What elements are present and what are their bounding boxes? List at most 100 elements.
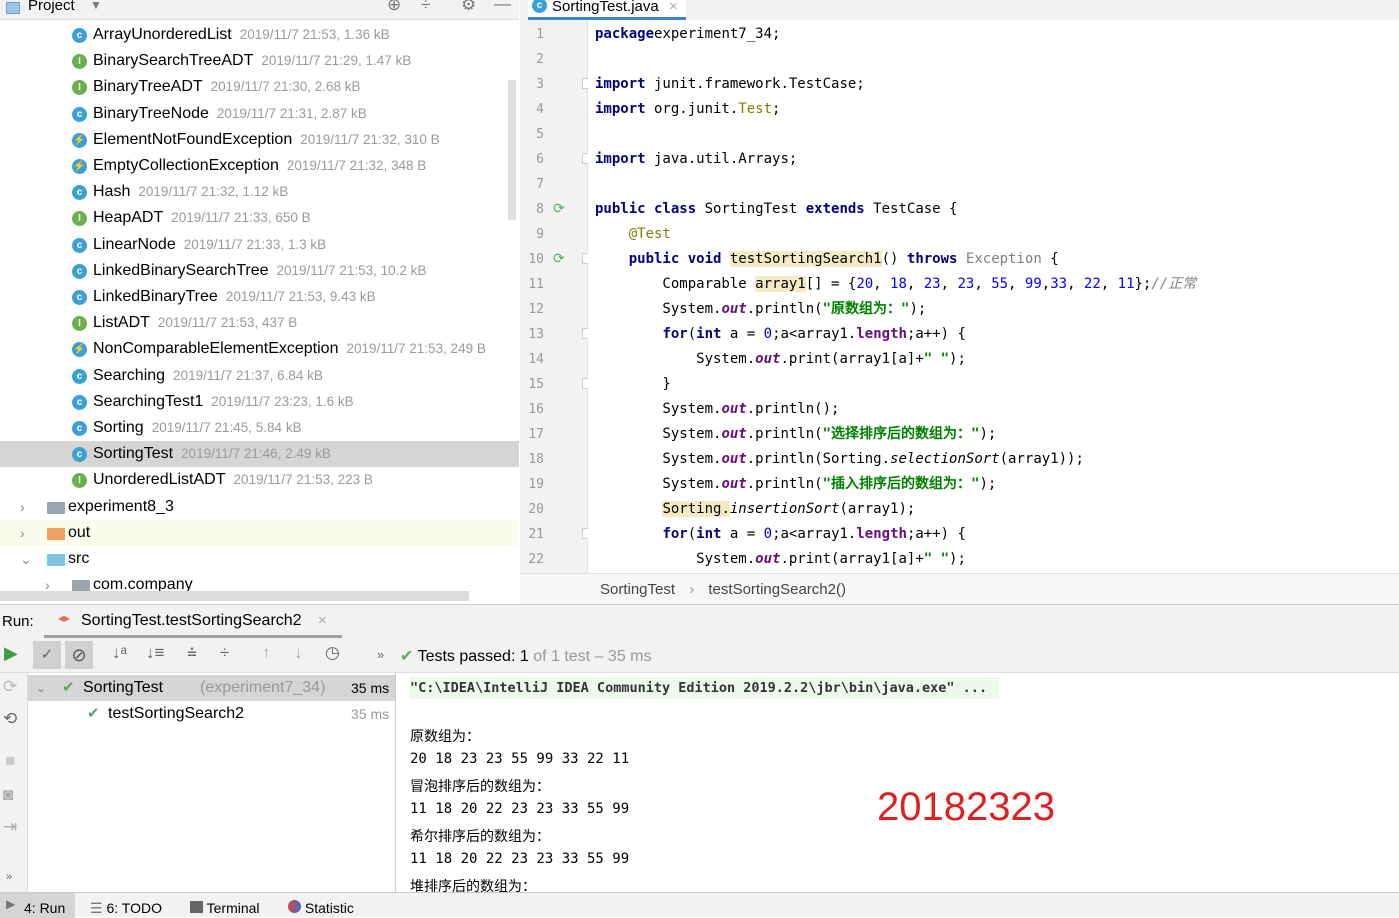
- rerun-failed-icon[interactable]: ⟲: [3, 709, 17, 729]
- test-suite-row[interactable]: ⌄ ✔ SortingTest (experiment7_34) 35 ms: [28, 675, 395, 701]
- run-class-icon[interactable]: ⟳: [553, 200, 565, 217]
- bottom-tab-terminal[interactable]: Terminal: [190, 900, 260, 916]
- show-ignored-toggle[interactable]: ⊘: [65, 641, 93, 669]
- stop-icon[interactable]: ■: [5, 751, 15, 771]
- file-name-text: LinkedBinarySearchTree: [93, 261, 269, 279]
- test-row[interactable]: ✔ testSortingSearch2 35 ms: [28, 701, 395, 727]
- file-item[interactable]: I BinarySearchTreeADT 2019/11/7 21:29, 1.4…: [0, 48, 519, 74]
- gear-icon[interactable]: ⚙: [461, 0, 476, 15]
- code-token: for: [662, 326, 688, 342]
- bottom-tab-todo[interactable]: ☰ 6: TODO: [90, 900, 162, 917]
- folder-name: experiment8_3: [68, 497, 174, 515]
- code-token: ;a<array1.: [772, 526, 857, 542]
- exception-class-icon: ⚡: [72, 342, 87, 358]
- next-icon[interactable]: ↓: [294, 643, 303, 663]
- file-item[interactable]: ⚡ ElementNotFoundException 2019/11/7 21:32…: [0, 127, 519, 153]
- file-name: LinkedBinaryTree 2019/11/7 21:53, 9.43 kB: [93, 284, 376, 310]
- project-view-selector[interactable]: Project: [28, 0, 75, 14]
- expand-all-icon[interactable]: ⩮: [187, 643, 197, 663]
- code-token: );: [979, 476, 997, 492]
- folder-icon: [47, 554, 65, 566]
- bottom-tab-run[interactable]: ▶ 4: Run: [0, 893, 75, 918]
- chevron-down-icon[interactable]: ⌄: [36, 675, 46, 701]
- code-token: 99: [1024, 276, 1042, 292]
- code-line: packageexperiment7_34;: [595, 22, 780, 47]
- folder-item[interactable]: › out: [0, 519, 519, 546]
- code-token: array1: [755, 276, 806, 292]
- file-name-text: Hash: [93, 183, 131, 201]
- file-item[interactable]: c Searching 2019/11/7 21:37, 6.84 kB: [0, 363, 519, 389]
- file-name: BinarySearchTreeADT 2019/11/7 21:29, 1.47…: [93, 48, 411, 74]
- sort-alpha-icon[interactable]: ↓ᵃ: [112, 643, 127, 663]
- file-name-text: Searching: [93, 366, 166, 384]
- file-item[interactable]: I BinaryTreeADT 2019/11/7 21:30, 2.68 kB: [0, 74, 519, 100]
- file-item[interactable]: c ArrayUnorderedList 2019/11/7 21:53, 1.36…: [0, 22, 519, 48]
- camera-icon[interactable]: ◙: [3, 785, 13, 805]
- file-item[interactable]: I ListADT 2019/11/7 21:53, 437 B: [0, 310, 519, 336]
- file-item[interactable]: c LinkedBinarySearchTree 2019/11/7 21:53, …: [0, 258, 519, 284]
- code-editor[interactable]: packageexperiment7_34; import junit.frame…: [588, 20, 1399, 573]
- file-item[interactable]: c Sorting 2019/11/7 21:45, 5.84 kB: [0, 415, 519, 441]
- code-line: @Test: [595, 222, 671, 247]
- code-token: public void: [628, 251, 722, 267]
- sort-duration-icon[interactable]: ↓≡: [146, 643, 164, 663]
- code-line: System.out.println("原数组为：");: [595, 297, 926, 322]
- console-output[interactable]: "C:\IDEA\IntelliJ IDEA Community Edition…: [396, 673, 1399, 892]
- file-item[interactable]: I HeapADT 2019/11/7 21:33, 650 B: [0, 205, 519, 231]
- export-icon[interactable]: ⇥: [3, 817, 17, 837]
- file-meta: 2019/11/7 21:53, 10.2 kB: [276, 262, 427, 278]
- run-tab[interactable]: ◂▸ SortingTest.testSortingSearch2 ×: [44, 605, 342, 638]
- code-token: .println(: [746, 476, 823, 492]
- file-meta: 2019/11/7 21:32, 310 B: [300, 131, 440, 147]
- more-icon[interactable]: »: [377, 647, 384, 662]
- locate-icon[interactable]: ⊕: [387, 0, 401, 15]
- collapse-all-icon[interactable]: ÷: [220, 643, 229, 663]
- debug-icon[interactable]: ⟳: [3, 677, 17, 697]
- file-item[interactable]: c LinkedBinaryTree 2019/11/7 21:53, 9.43 k…: [0, 284, 519, 310]
- code-token: " ": [923, 351, 950, 367]
- more-icon[interactable]: »: [6, 871, 12, 883]
- file-item[interactable]: c LinearNode 2019/11/7 21:33, 1.3 kB: [0, 232, 519, 258]
- run-toolbar: ▶ ✓ ⊘ ↓ᵃ ↓≡ ⩮ ÷ ↑ ↓ ◷ » ✔ Tests passed: …: [0, 638, 1399, 673]
- run-test-icon[interactable]: ⟳: [553, 250, 565, 267]
- code-token: @Test: [628, 226, 671, 242]
- folder-item[interactable]: › experiment8_3: [0, 494, 519, 520]
- code-token: Sorting.: [662, 501, 730, 517]
- file-item[interactable]: ⚡ NonComparableElementException 2019/11/7 …: [0, 336, 519, 362]
- chevron-down-icon[interactable]: ⌄: [20, 546, 32, 572]
- collapse-all-icon[interactable]: ÷: [421, 0, 430, 15]
- file-item[interactable]: c Hash 2019/11/7 21:32, 1.12 kB: [0, 179, 519, 205]
- breadcrumb-class[interactable]: SortingTest: [600, 581, 675, 598]
- chevron-right-icon[interactable]: ›: [20, 520, 25, 546]
- code-token: ,: [1100, 276, 1118, 292]
- file-item[interactable]: c BinaryTreeNode 2019/11/7 21:31, 2.87 kB: [0, 101, 519, 127]
- close-icon[interactable]: ×: [318, 612, 327, 629]
- file-item[interactable]: c SearchingTest1 2019/11/7 23:23, 1.6 kB: [0, 389, 519, 415]
- code-token: (: [687, 526, 697, 542]
- folder-item[interactable]: ⌄ src: [0, 546, 519, 572]
- file-item[interactable]: I UnorderedListADT 2019/11/7 21:53, 223 B: [0, 467, 519, 493]
- hide-icon[interactable]: —: [494, 0, 511, 14]
- close-icon[interactable]: ×: [669, 0, 678, 15]
- chevron-down-icon[interactable]: ▼: [90, 0, 102, 12]
- editor-tab-sortingtest[interactable]: c SortingTest.java ×: [528, 0, 686, 20]
- tree-horizontal-scrollbar[interactable]: [0, 591, 469, 601]
- bottom-tab-statistic[interactable]: Statistic: [288, 900, 354, 916]
- code-token: ,: [940, 276, 958, 292]
- rerun-icon[interactable]: ▶: [4, 643, 18, 664]
- previous-icon[interactable]: ↑: [262, 643, 271, 663]
- tree-scrollbar[interactable]: [508, 80, 516, 220]
- interface-icon: I: [72, 54, 87, 70]
- chevron-right-icon[interactable]: ›: [20, 494, 25, 520]
- file-item[interactable]: c SortingTest 2019/11/7 21:46, 2.49 kB: [0, 441, 519, 468]
- show-passed-toggle[interactable]: ✓: [33, 641, 61, 669]
- console-line: 原数组为：: [410, 729, 480, 745]
- breadcrumb-method[interactable]: testSortingSearch2(): [708, 581, 846, 598]
- history-icon[interactable]: ◷: [325, 643, 340, 663]
- code-token: out: [721, 451, 747, 467]
- file-item[interactable]: ⚡ EmptyCollectionException 2019/11/7 21:32…: [0, 153, 519, 179]
- code-token: import: [595, 76, 646, 92]
